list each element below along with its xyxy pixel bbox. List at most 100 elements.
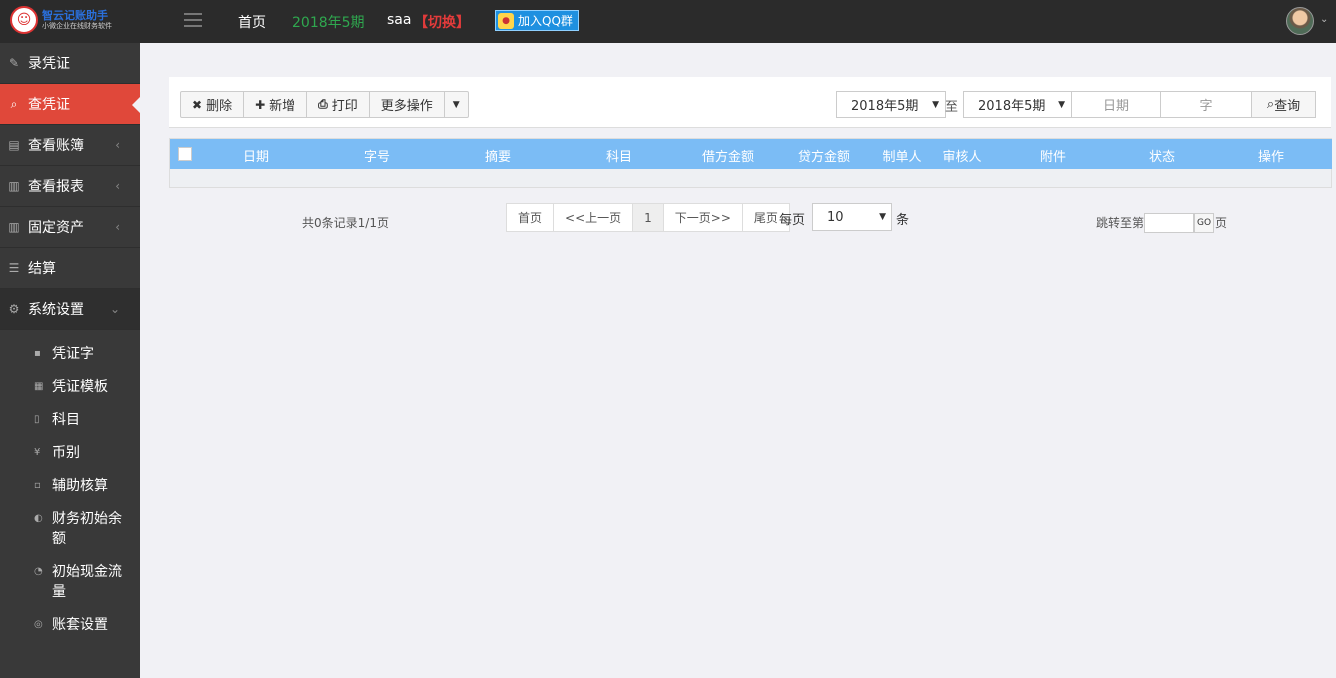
column-header-summary[interactable]: 摘要 <box>485 146 511 165</box>
sidebar-subitem-label: 凭证模板 <box>52 379 108 395</box>
caret-down-icon: ▼ <box>1058 100 1065 110</box>
search-icon: ⌕ <box>10 96 18 111</box>
sidebar-subitem-label: 币别 <box>52 445 80 461</box>
current-period: 2018年5期 <box>292 15 365 31</box>
first-page-button[interactable]: 首页 <box>506 203 555 232</box>
per-page-select[interactable]: 10 ▼ <box>812 203 892 231</box>
column-header-attachment[interactable]: 附件 <box>1040 146 1066 165</box>
date-input[interactable]: 日期 <box>1071 91 1161 118</box>
sidebar-item-view-report[interactable]: ▥ 查看报表 ‹ <box>0 166 140 207</box>
sidebar-subitem-label: 账套设置 <box>52 617 108 633</box>
column-header-reviewer[interactable]: 审核人 <box>942 146 981 165</box>
search-icon: ⌕ <box>1266 97 1275 112</box>
caret-down-icon: ▼ <box>452 99 460 110</box>
from-period-value: 2018年5期 <box>851 99 919 114</box>
sidebar-item-label: 查凭证 <box>28 97 70 113</box>
open-book-icon: ▯ <box>34 414 40 425</box>
jump-page-input[interactable] <box>1144 213 1194 233</box>
sidebar-item-fixed-assets[interactable]: ▥ 固定资产 ‹ <box>0 207 140 248</box>
action-button-group: ✖ 删除 ✚ 新增 ⎙ 打印 更多操作 ▼ <box>180 91 469 118</box>
list-icon: ☰ <box>8 261 20 275</box>
more-actions-button[interactable]: 更多操作 <box>368 91 445 118</box>
column-header-actions[interactable]: 操作 <box>1258 146 1284 165</box>
jump-unit: 页 <box>1215 216 1228 230</box>
sidebar-subitem-initial-balance[interactable]: ◐ 财务初始余额 <box>0 503 140 556</box>
sidebar-item-record-voucher[interactable]: ✎ 录凭证 <box>0 43 140 84</box>
timer-icon: ◔ <box>34 566 43 577</box>
close-icon: ✖ <box>192 97 203 112</box>
column-header-number[interactable]: 字号 <box>364 146 390 165</box>
sidebar-subitem-account-set-settings[interactable]: ◎ 账套设置 <box>0 609 140 642</box>
from-period-select[interactable]: 2018年5期 ▼ <box>836 91 946 118</box>
sidebar-item-query-voucher[interactable]: ⌕ 查凭证 <box>0 84 141 125</box>
per-page-label: 每页 <box>779 213 806 228</box>
system-settings-submenu: ▪ 凭证字 ▦ 凭证模板 ▯ 科目 ¥ 币别 ▫ 辅助核算 ◐ 财务初始余额 ◔… <box>0 330 140 642</box>
sidebar-subitem-label: 凭证字 <box>52 346 94 362</box>
sidebar-item-label: 系统设置 <box>28 302 84 318</box>
logo-title: 智云记账助手 <box>42 9 108 22</box>
sidebar-item-label: 固定资产 <box>28 220 84 236</box>
column-header-debit[interactable]: 借方金额 <box>702 146 754 165</box>
switch-account-link[interactable]: 【切换】 <box>414 12 470 32</box>
bar-chart-icon: ▥ <box>8 179 20 193</box>
query-button[interactable]: ⌕ 查询 <box>1251 91 1316 118</box>
print-label: 打印 <box>331 99 358 114</box>
delete-button[interactable]: ✖ 删除 <box>180 91 245 118</box>
sidebar-subitem-label: 辅助核算 <box>52 478 108 494</box>
add-button[interactable]: ✚ 新增 <box>243 91 308 118</box>
currency-icon: ¥ <box>34 447 41 458</box>
plus-icon: ✚ <box>255 97 266 112</box>
jump-go-button[interactable]: GO <box>1194 213 1214 233</box>
document-icon: ▪ <box>34 348 41 359</box>
sidebar-subitem-voucher-word[interactable]: ▪ 凭证字 <box>0 338 140 371</box>
user-avatar[interactable] <box>1286 7 1314 35</box>
prev-page-button[interactable]: <<上一页 <box>553 203 634 232</box>
column-header-status[interactable]: 状态 <box>1149 146 1175 165</box>
settings-circle-icon: ◎ <box>34 619 43 630</box>
sidebar-subitem-subject[interactable]: ▯ 科目 <box>0 404 140 437</box>
column-header-subject[interactable]: 科目 <box>606 146 632 165</box>
select-all-checkbox[interactable] <box>178 147 192 161</box>
sidebar-item-system-settings[interactable]: ⚙ 系统设置 ⌄ <box>0 289 140 330</box>
sidebar-item-label: 录凭证 <box>28 56 70 72</box>
sidebar-subitem-voucher-template[interactable]: ▦ 凭证模板 <box>0 371 140 404</box>
top-bar: ☺ 智云记账助手 小微企业在线财务软件 首页 2018年5期 saa 【切换】 … <box>0 0 1336 43</box>
to-period-value: 2018年5期 <box>978 99 1046 114</box>
menu-toggle-icon[interactable] <box>184 13 202 29</box>
more-actions-dropdown-toggle[interactable]: ▼ <box>443 91 469 118</box>
per-page-value: 10 <box>827 209 844 225</box>
print-button[interactable]: ⎙ 打印 <box>306 91 370 118</box>
column-header-date[interactable]: 日期 <box>243 146 269 165</box>
bar-chart-icon: ▥ <box>8 220 20 234</box>
logo-mascot-icon: ☺ <box>10 6 38 34</box>
sidebar-item-label: 结算 <box>28 261 56 277</box>
to-period-select[interactable]: 2018年5期 ▼ <box>963 91 1072 118</box>
template-icon: ▦ <box>34 381 44 392</box>
query-label: 查询 <box>1274 99 1301 114</box>
column-header-credit[interactable]: 贷方金额 <box>798 146 850 165</box>
current-page[interactable]: 1 <box>632 203 664 232</box>
delete-label: 删除 <box>206 99 233 114</box>
nav-home-link[interactable]: 首页 <box>238 12 266 32</box>
chevron-down-icon[interactable]: ⌄ <box>1320 14 1328 25</box>
sidebar-item-label: 查看账簿 <box>28 138 84 154</box>
book-icon: ▤ <box>8 138 20 152</box>
voucher-table: 日期 字号 摘要 科目 借方金额 贷方金额 制单人 审核人 附件 状态 操作 <box>169 138 1332 188</box>
word-input[interactable]: 字 <box>1160 91 1252 118</box>
join-qq-group-button[interactable]: ● 加入QQ群 <box>495 10 579 31</box>
logo[interactable]: ☺ 智云记账助手 小微企业在线财务软件 <box>10 6 112 34</box>
sidebar-subitem-auxiliary-accounting[interactable]: ▫ 辅助核算 <box>0 470 140 503</box>
to-label: 至 <box>945 100 959 115</box>
column-header-creator[interactable]: 制单人 <box>882 146 921 165</box>
sidebar-item-view-ledger[interactable]: ▤ 查看账簿 ‹ <box>0 125 140 166</box>
sidebar-subitem-currency[interactable]: ¥ 币别 <box>0 437 140 470</box>
add-label: 新增 <box>269 99 296 114</box>
logo-subtitle: 小微企业在线财务软件 <box>42 22 112 30</box>
sidebar-item-settlement[interactable]: ☰ 结算 <box>0 248 140 289</box>
sidebar-subitem-label: 初始现金流量 <box>52 564 122 600</box>
balance-icon: ◐ <box>34 513 43 524</box>
next-page-button[interactable]: 下一页>> <box>662 203 743 232</box>
caret-down-icon: ▼ <box>879 212 886 222</box>
sidebar-subitem-initial-cash-flow[interactable]: ◔ 初始现金流量 <box>0 556 140 609</box>
jump-label: 跳转至第 <box>1096 216 1145 230</box>
